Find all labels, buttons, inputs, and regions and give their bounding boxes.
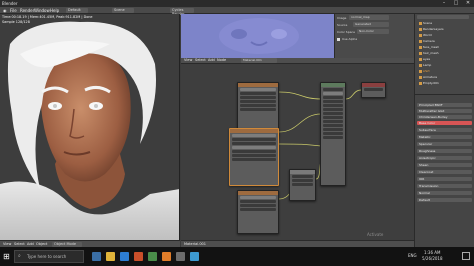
- outliner-item[interactable]: Scene: [419, 21, 432, 25]
- clock-time[interactable]: 1:36 AM: [424, 250, 440, 255]
- maximize-button[interactable]: □: [450, 0, 462, 7]
- office-icon[interactable]: [134, 252, 143, 261]
- normal-map-node[interactable]: [229, 128, 279, 186]
- render-sample-line: Sample 128/128: [2, 20, 30, 24]
- prop-normal[interactable]: Normal: [417, 191, 472, 195]
- menu-render[interactable]: Render: [20, 8, 34, 13]
- clock-date[interactable]: 5/26/2018: [422, 256, 443, 261]
- menu-bar: ◉ File Render Window Help Default Scene …: [0, 7, 474, 16]
- edge-browser-icon[interactable]: [120, 252, 129, 261]
- use-alpha-checkbox[interactable]: [337, 38, 340, 41]
- taskbar-search-box[interactable]: ⌕ Type here to search: [14, 250, 84, 263]
- node-add-menu[interactable]: Add: [208, 58, 215, 62]
- outliner-item[interactable]: face_mesh: [419, 45, 439, 49]
- 3d-viewport[interactable]: Time:00:18.19 | Mem:401.45M, Peak:911.82…: [0, 14, 180, 244]
- outliner-item[interactable]: Lamp: [419, 63, 431, 67]
- principled-bsdf-node[interactable]: [320, 82, 346, 186]
- prop-subsurface[interactable]: Subsurface: [417, 128, 472, 132]
- node-node-menu[interactable]: Node: [217, 58, 226, 62]
- rendered-face-image: [0, 14, 179, 244]
- menu-file[interactable]: File: [10, 8, 17, 13]
- close-button[interactable]: ✕: [462, 0, 474, 7]
- prop-transmission[interactable]: Transmission: [417, 184, 472, 188]
- image-label: Image: [337, 16, 347, 20]
- prop-surface-shader[interactable]: Principled BSDF: [417, 103, 472, 107]
- node-editor-header: View Select Add Node Material.001: [181, 58, 414, 64]
- node-editor-footer: Material.001: [181, 240, 414, 247]
- render-info-line: Time:00:18.19 | Mem:401.45M, Peak:911.82…: [2, 15, 93, 19]
- prop-ior[interactable]: IOR: [417, 177, 472, 181]
- menu-help[interactable]: Help: [50, 8, 59, 13]
- view-menu[interactable]: View: [3, 242, 11, 246]
- normal-map-preview: [181, 14, 334, 58]
- node-view-menu[interactable]: View: [184, 58, 192, 62]
- image-name-field[interactable]: normal_map: [349, 15, 389, 20]
- use-alpha-label: Use Alpha: [342, 37, 358, 41]
- outliner-item[interactable]: eyes: [419, 57, 430, 61]
- material-selector[interactable]: Material.001: [241, 58, 277, 63]
- outliner-item[interactable]: shirt: [419, 69, 430, 73]
- windows-start-icon[interactable]: ⊞: [3, 252, 10, 261]
- viewport-header: View Select Add Object Object Mode: [0, 240, 180, 247]
- outliner-item[interactable]: Camera: [419, 39, 435, 43]
- prop-roughness[interactable]: Roughness: [417, 149, 472, 153]
- color-space-label: Color Space: [337, 30, 355, 34]
- prop-sheen[interactable]: Sheen: [417, 163, 472, 167]
- outliner-item[interactable]: Armature: [419, 75, 437, 79]
- task-view-icon[interactable]: [92, 252, 101, 261]
- scene-selector[interactable]: Scene: [112, 8, 134, 13]
- outliner-search-input[interactable]: [417, 15, 469, 19]
- outliner-item[interactable]: hair_mesh: [419, 51, 439, 55]
- properties-panel: Principled BSDF Multiscatter GGX Christe…: [414, 94, 474, 247]
- app-icon-2[interactable]: [190, 252, 199, 261]
- outliner-item[interactable]: Empty.001: [419, 81, 439, 85]
- outliner-item[interactable]: RenderLayers: [419, 27, 444, 31]
- activate-watermark: Activate: [367, 232, 384, 237]
- search-icon: ⌕: [18, 253, 21, 259]
- render-engine-selector[interactable]: Cycles Render: [170, 8, 194, 16]
- image-settings-panel: Image normal_map Source Generated Color …: [334, 14, 414, 58]
- blender-taskbar-icon[interactable]: [162, 252, 171, 261]
- layout-selector[interactable]: Default: [66, 8, 88, 13]
- footer-material-label: Material.001: [184, 242, 207, 246]
- outliner: Scene RenderLayers World Camera face_mes…: [414, 14, 474, 94]
- language-indicator[interactable]: ENG: [408, 253, 417, 258]
- prop-distribution[interactable]: Multiscatter GGX: [417, 109, 472, 113]
- prop-specular[interactable]: Specular: [417, 142, 472, 146]
- bump-node[interactable]: [289, 169, 316, 201]
- outliner-item[interactable]: World: [419, 33, 432, 37]
- node-select-menu[interactable]: Select: [195, 58, 206, 62]
- title-bar: Blender – □ ✕: [0, 0, 474, 7]
- blender-logo-icon[interactable]: ◉: [3, 8, 7, 13]
- image-texture-node-2[interactable]: [237, 190, 279, 234]
- material-output-node[interactable]: [361, 82, 386, 98]
- prop-clearcoat[interactable]: Clearcoat: [417, 170, 472, 174]
- prop-base-color[interactable]: Base Color: [417, 121, 472, 125]
- source-selector[interactable]: Generated: [353, 22, 389, 27]
- windows-taskbar: ⊞ ⌕ Type here to search ENG 1:36 AM 5/26…: [0, 247, 474, 266]
- store-icon[interactable]: [148, 252, 157, 261]
- prop-metallic[interactable]: Metallic: [417, 135, 472, 139]
- notifications-icon[interactable]: [462, 252, 470, 260]
- taskbar-search-text: Type here to search: [27, 254, 67, 259]
- source-label: Source: [337, 23, 348, 27]
- prop-anisotropic[interactable]: Anisotropic: [417, 156, 472, 160]
- menu-window[interactable]: Window: [34, 8, 50, 13]
- color-space-selector[interactable]: Non-Color: [357, 29, 389, 34]
- window-title: Blender: [2, 1, 18, 6]
- select-menu[interactable]: Select: [14, 242, 25, 246]
- app-icon[interactable]: [176, 252, 185, 261]
- normal-map-image-view[interactable]: [181, 14, 334, 58]
- prop-subsurface-method[interactable]: Christensen-Burley: [417, 115, 472, 119]
- file-explorer-icon[interactable]: [106, 252, 115, 261]
- minimize-button[interactable]: –: [438, 0, 450, 7]
- object-menu[interactable]: Object: [36, 242, 47, 246]
- prop-default[interactable]: Default: [417, 198, 472, 202]
- add-menu[interactable]: Add: [27, 242, 34, 246]
